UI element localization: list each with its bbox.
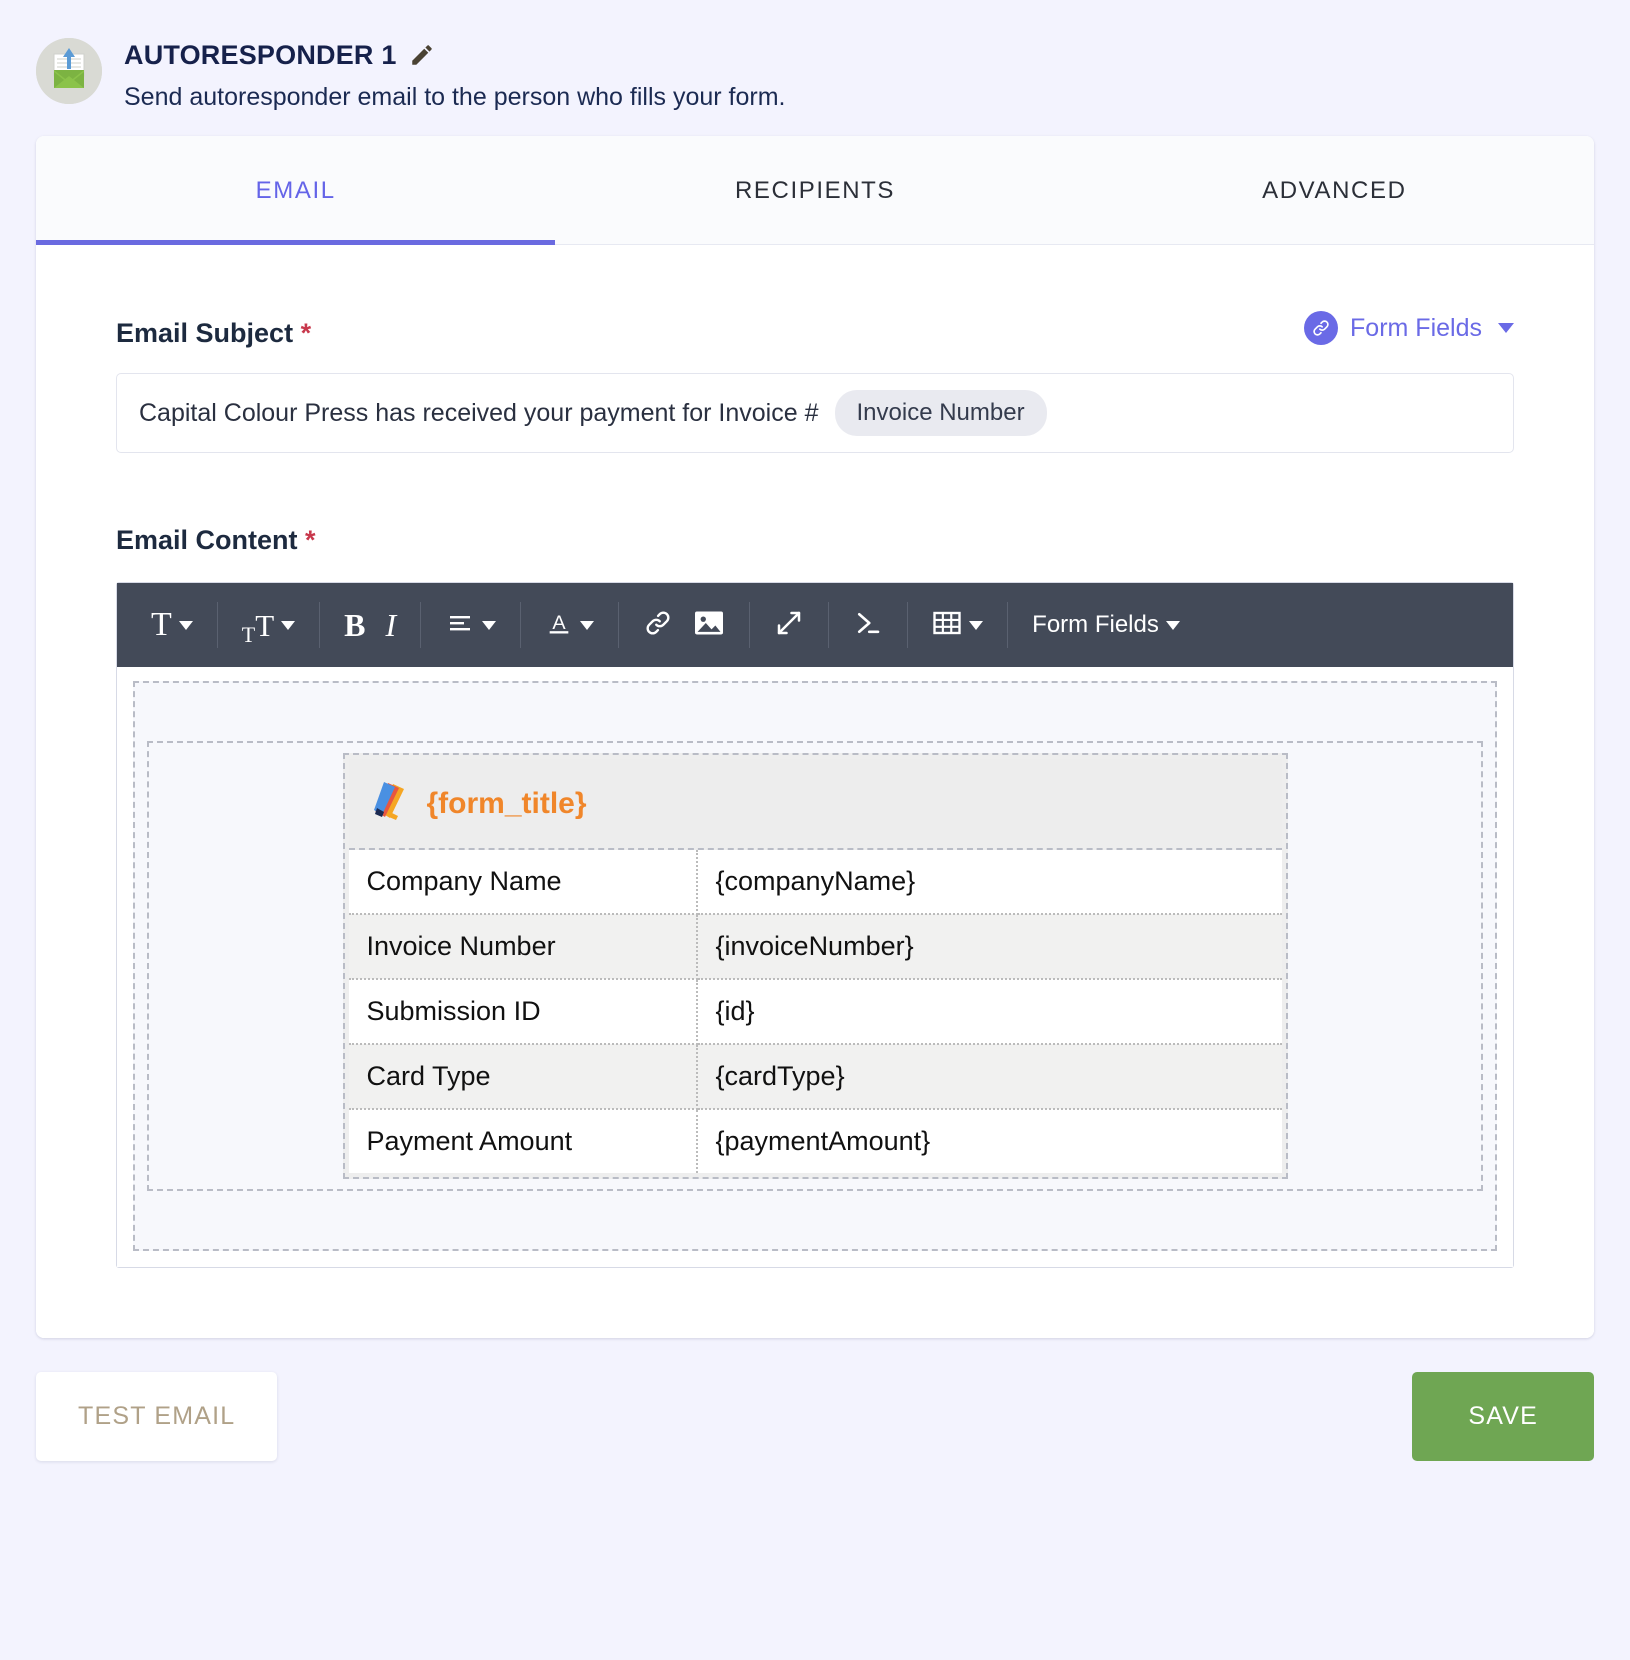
toolbar-group-font: T <box>127 602 218 648</box>
pencil-icon[interactable] <box>409 42 435 73</box>
save-button[interactable]: SAVE <box>1412 1372 1594 1461</box>
email-subject-label-text: Email Subject <box>116 318 294 348</box>
expand-icon <box>774 608 804 643</box>
email-inner-block: {form_title} Company Name {companyName} <box>147 741 1483 1191</box>
insert-link-button[interactable] <box>633 602 683 648</box>
chevron-down-icon <box>178 620 193 630</box>
chevron-down-icon <box>482 620 497 630</box>
field-key: Invoice Number <box>348 914 698 980</box>
test-email-button[interactable]: TEST EMAIL <box>36 1372 278 1461</box>
page-title: AUTORESPONDER 1 <box>124 40 397 70</box>
form-title-placeholder: {form_title} <box>426 786 587 820</box>
field-value: {cardType} <box>696 1044 1282 1110</box>
svg-text:A: A <box>553 611 567 633</box>
toolbar-group-expand <box>750 602 830 648</box>
editor-canvas[interactable]: {form_title} Company Name {companyName} <box>117 667 1513 1267</box>
toolbar-group-formfields: Form Fields <box>1008 602 1204 648</box>
email-field-table: Company Name {companyName} Invoice Numbe… <box>348 850 1282 1173</box>
email-subject-value: Capital Colour Press has received your p… <box>139 398 819 427</box>
table-row: Card Type {cardType} <box>348 1044 1282 1110</box>
email-template-block: {form_title} Company Name {companyName} <box>342 753 1288 1179</box>
bold-button[interactable]: B <box>334 602 375 648</box>
field-value: {paymentAmount} <box>715 1126 931 1156</box>
font-family-icon: T <box>151 606 172 643</box>
toolbar-group-fontsize: TT <box>218 602 321 648</box>
email-content-label: Email Content * <box>116 525 1514 556</box>
email-subject-input[interactable]: Capital Colour Press has received your p… <box>116 373 1514 453</box>
link-icon <box>1304 311 1339 345</box>
toolbar-group-source <box>829 602 909 648</box>
toolbar-group-align <box>421 602 522 648</box>
chevron-down-icon <box>580 620 595 630</box>
email-subject-label: Email Subject * <box>116 318 311 349</box>
field-key: Company Name <box>348 850 698 915</box>
chevron-down-icon <box>281 620 296 630</box>
field-key: Submission ID <box>348 979 698 1045</box>
subject-label-row: Email Subject * Form Fields <box>116 311 1514 349</box>
insert-image-button[interactable] <box>683 602 735 648</box>
page-header: AUTORESPONDER 1 Send autoresponder email… <box>0 0 1630 112</box>
editor-form-fields-dropdown[interactable]: Form Fields <box>1022 602 1190 648</box>
table-dropdown[interactable] <box>922 602 993 648</box>
form-fields-label: Form Fields <box>1350 313 1482 342</box>
tab-bar: EMAIL RECIPIENTS ADVANCED <box>36 136 1594 245</box>
field-value: {id} <box>696 979 1282 1045</box>
header-text-block: AUTORESPONDER 1 Send autoresponder email… <box>124 32 785 112</box>
chevron-down-icon <box>1498 323 1514 333</box>
align-icon <box>445 611 475 640</box>
font-size-icon: TT <box>241 607 275 647</box>
tab-recipients[interactable]: RECIPIENTS <box>555 136 1074 244</box>
footer-bar: TEST EMAIL SAVE <box>36 1372 1594 1461</box>
autoresponder-card: EMAIL RECIPIENTS ADVANCED Email Subject … <box>36 136 1594 1338</box>
email-outer-block: {form_title} Company Name {companyName} <box>133 681 1497 1251</box>
editor-form-fields-label: Form Fields <box>1032 611 1159 638</box>
subject-form-fields-dropdown[interactable]: Form Fields <box>1304 311 1514 349</box>
table-row: Company Name {companyName} <box>348 850 1282 915</box>
text-color-icon: A <box>545 609 573 642</box>
email-upload-icon <box>36 38 102 104</box>
field-value: {companyName} <box>696 850 1282 915</box>
font-size-dropdown[interactable]: TT <box>232 602 305 648</box>
email-template-header: {form_title} <box>348 759 1282 850</box>
toolbar-group-table <box>908 602 1009 648</box>
source-code-button[interactable] <box>843 602 893 648</box>
chevron-down-icon <box>969 620 984 630</box>
toolbar-group-style: B I <box>320 602 422 648</box>
tab-advanced[interactable]: ADVANCED <box>1075 136 1594 244</box>
font-family-dropdown[interactable]: T <box>141 602 203 648</box>
table-row: Invoice Number {invoiceNumber} <box>348 914 1282 980</box>
tab-email[interactable]: EMAIL <box>36 136 556 245</box>
table-row: Payment Amount {paymentAmount} <box>348 1109 1282 1173</box>
email-field-table-body: Company Name {companyName} Invoice Numbe… <box>348 850 1282 1173</box>
editor-toolbar: T TT B I A Form Fields <box>117 583 1513 667</box>
link-icon <box>643 608 673 643</box>
field-key: Payment Amount <box>348 1109 698 1173</box>
toolbar-group-insert <box>619 602 751 648</box>
bold-icon: B <box>344 607 366 643</box>
fullscreen-button[interactable] <box>764 602 814 648</box>
align-dropdown[interactable] <box>435 602 506 648</box>
chevron-down-icon <box>1165 620 1180 630</box>
text-color-dropdown[interactable]: A <box>535 602 604 648</box>
field-value: {invoiceNumber} <box>696 914 1282 980</box>
jotform-logo-icon <box>373 781 409 826</box>
italic-icon: I <box>385 607 397 643</box>
card-body: Email Subject * Form Fields Capital Colo… <box>36 245 1594 1338</box>
italic-button[interactable]: I <box>376 602 407 648</box>
field-key: Card Type <box>348 1044 698 1110</box>
code-icon <box>853 608 883 643</box>
image-icon <box>693 609 725 642</box>
toolbar-group-color: A <box>521 602 620 648</box>
invoice-number-chip[interactable]: Invoice Number <box>834 390 1047 436</box>
email-content-label-text: Email Content <box>116 525 298 555</box>
required-asterisk: * <box>305 525 316 555</box>
rich-text-editor: T TT B I A Form Fields {form_title} Comp… <box>116 582 1514 1268</box>
page-subtitle: Send autoresponder email to the person w… <box>124 83 786 111</box>
required-asterisk: * <box>300 318 312 348</box>
table-icon <box>932 609 962 642</box>
table-row: Submission ID {id} <box>348 979 1282 1045</box>
